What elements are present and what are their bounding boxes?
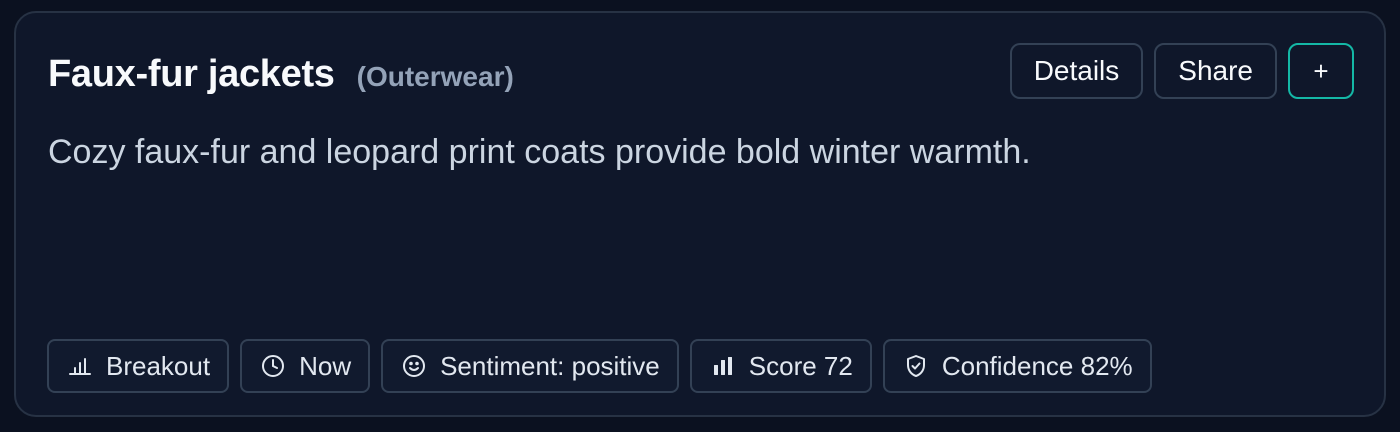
chip-sentiment: Sentiment: positive (381, 339, 679, 393)
chip-score: Score 72 (689, 339, 872, 393)
card-description: Cozy faux-fur and leopard print coats pr… (48, 133, 1031, 171)
chip-row: Breakout Now Sentiment: positive Score 7… (47, 339, 1152, 393)
card-title: Faux-fur jackets (48, 53, 335, 95)
clock-icon (260, 353, 286, 379)
trend-card: Faux-fur jackets (Outerwear) Details Sha… (14, 11, 1386, 417)
chip-label: Score 72 (748, 350, 853, 381)
chip-label: Breakout (106, 350, 211, 381)
chip-label: Now (299, 350, 352, 381)
shield-check-icon (903, 353, 929, 379)
card-actions: Details Share + (1009, 43, 1354, 99)
smile-icon (401, 353, 427, 379)
chip-time: Now (240, 339, 371, 393)
chip-label: Sentiment: positive (440, 350, 660, 381)
chip-breakout: Breakout (47, 339, 230, 393)
card-category: (Outerwear) (356, 61, 514, 92)
details-button[interactable]: Details (1009, 43, 1144, 99)
chip-label: Confidence 82% (941, 350, 1133, 381)
add-button[interactable]: + (1288, 43, 1354, 99)
chip-confidence: Confidence 82% (882, 339, 1152, 393)
bar-chart-icon (67, 353, 93, 379)
score-bars-icon (710, 353, 736, 379)
share-button[interactable]: Share (1154, 43, 1277, 99)
card-header: Faux-fur jackets (Outerwear) (48, 53, 514, 96)
